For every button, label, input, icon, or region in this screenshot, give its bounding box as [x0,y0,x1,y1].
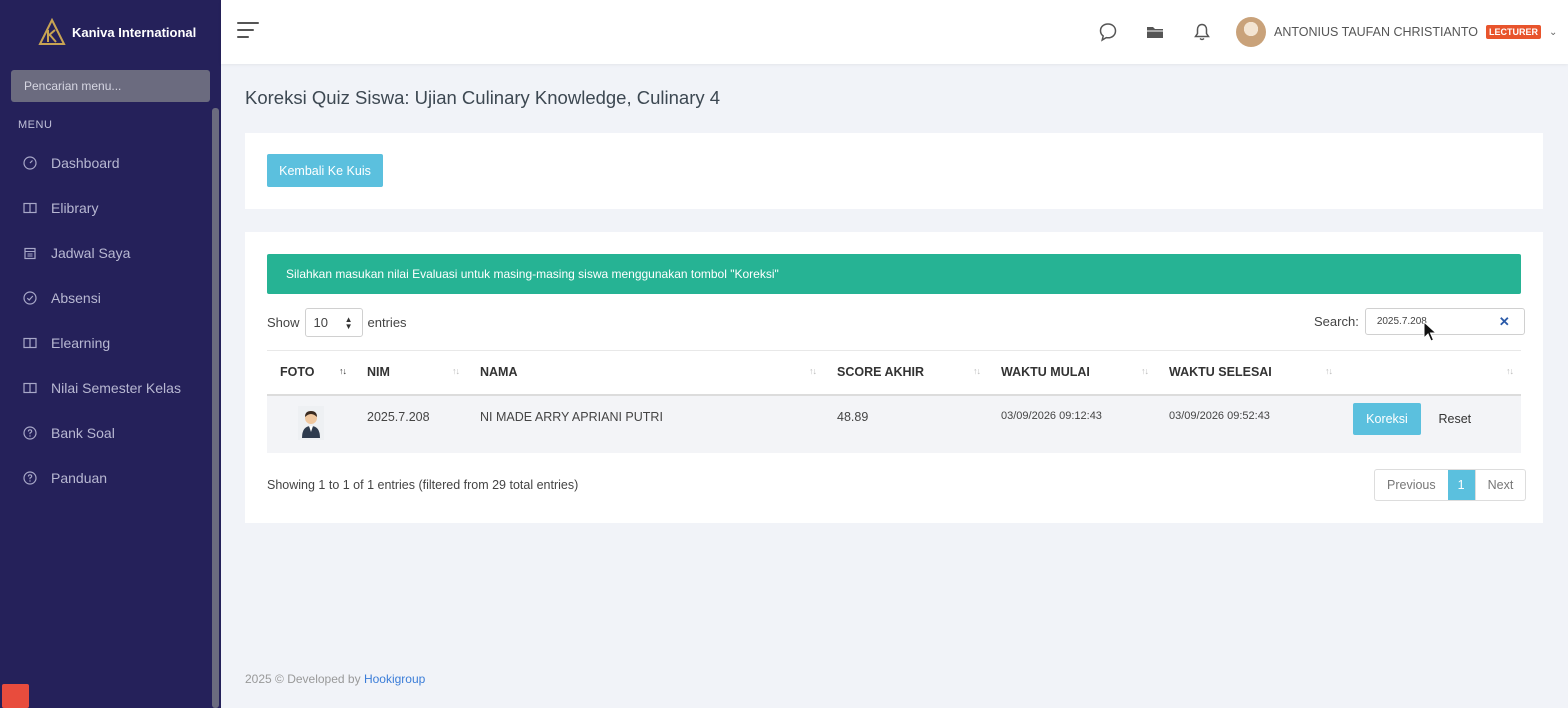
kaniva-logo-icon [38,18,66,45]
sort-icon: ↑↓ [1506,366,1514,376]
calendar-icon [24,247,36,259]
sidebar-item-label: Elibrary [51,199,99,216]
sidebar-item-label: Jadwal Saya [51,244,131,261]
question-circle-icon [23,425,37,440]
mouse-cursor-icon [1423,321,1437,342]
sidebar-item-label: Dashboard [51,154,120,171]
search-label: Search: [1314,314,1359,329]
folder-icon[interactable] [1144,21,1166,43]
sidebar-item-bank-soal[interactable]: Bank Soal [0,410,212,455]
app-corner-icon[interactable] [2,684,29,708]
sort-icon: ↑↓ [1325,366,1333,376]
table-info: Showing 1 to 1 of 1 entries (filtered fr… [267,478,579,492]
book-icon [23,202,37,213]
user-name: ANTONIUS TAUFAN CHRISTIANTO [1274,25,1478,39]
sidebar-item-panduan[interactable]: Panduan [0,455,212,500]
back-to-quiz-button[interactable]: Kembali Ke Kuis [267,154,383,187]
show-entries: Show 10 ▲ ▼ entries [267,308,407,337]
user-menu[interactable]: ANTONIUS TAUFAN CHRISTIANTO LECTURER ⌄ [1236,16,1557,48]
sidebar-item-label: Bank Soal [51,424,115,441]
col-waktu-selesai[interactable]: WAKTU SELESAI ↑↓ [1156,351,1340,395]
cell-score: 48.89 [837,409,869,424]
reset-button[interactable]: Reset [1438,412,1471,426]
cell-actions: Koreksi Reset [1340,395,1521,453]
sidebar-item-nilai-semester-kelas[interactable]: Nilai Semester Kelas [0,365,212,410]
menu-search-input[interactable]: Pencarian menu... [11,70,210,102]
search-value: 2025.7.208 [1376,316,1427,327]
quiz-table: FOTO ↑↓ NIM ↑↓ NAMA ↑↓ SCORE AKHIR ↑↓ WAKTU … [267,350,1521,453]
chat-icon[interactable] [1097,21,1119,43]
question-circle-icon [23,470,37,485]
sidebar-item-label: Panduan [51,469,108,486]
sort-asc-icon: ↑↓ [339,366,347,376]
info-alert: Silahkan masukan nilai Evaluasi untuk ma… [267,254,1521,294]
sidebar-item-jadwal-saya[interactable]: Jadwal Saya [0,230,212,275]
previous-button[interactable]: Previous [1375,470,1448,500]
cell-nama: NI MADE ARRY APRIANI PUTRI [480,409,663,424]
col-nama[interactable]: NAMA ↑↓ [467,351,824,395]
check-circle-icon [23,290,37,305]
sidebar-item-label: Absensi [51,289,101,306]
sort-icon: ↑↓ [452,366,460,376]
sidebar-item-dashboard[interactable]: Dashboard [0,140,212,185]
brand-name: Kaniva International [72,24,197,40]
entries-value: 10 [313,315,328,330]
pagination: Previous 1 Next [1374,469,1527,501]
page-title: Koreksi Quiz Siswa: Ujian Culinary Knowl… [245,87,721,108]
table-card: Silahkan masukan nilai Evaluasi untuk ma… [245,232,1543,523]
book-icon [23,337,37,348]
topbar: ANTONIUS TAUFAN CHRISTIANTO LECTURER ⌄ [221,0,1568,64]
sidebar: Kaniva International Pencarian menu... M… [0,0,221,708]
search-input[interactable]: 2025.7.208 ✕ [1364,308,1525,335]
actions-card: Kembali Ke Kuis [245,133,1543,209]
chevron-down-icon: ⌄ [1548,26,1558,38]
sort-icon: ↑↓ [809,366,817,376]
col-score-akhir[interactable]: SCORE AKHIR ↑↓ [824,351,988,395]
sort-icon: ↑↓ [973,366,981,376]
col-actions[interactable]: ↑↓ [1340,351,1521,395]
menu-title: MENU [18,119,53,131]
table-row: 2025.7.208 NI MADE ARRY APRIANI PUTRI 48… [267,394,1521,453]
koreksi-button[interactable]: Koreksi [1353,402,1421,435]
clear-search-icon[interactable]: ✕ [1499,314,1510,330]
cell-foto [267,395,354,453]
page-1-button[interactable]: 1 [1447,470,1475,500]
sidebar-item-elibrary[interactable]: Elibrary [0,185,212,230]
footer: 2025 © Developed by Hookigroup [245,672,425,686]
select-arrows-icon: ▲ ▼ [344,315,353,331]
sidebar-item-label: Nilai Semester Kelas [51,379,181,396]
role-badge: LECTURER [1485,25,1541,39]
sidebar-item-absensi[interactable]: Absensi [0,275,212,320]
book-icon [23,382,37,393]
cell-nim: 2025.7.208 [367,409,430,424]
avatar [1236,17,1266,47]
student-photo [298,405,324,440]
col-nim[interactable]: NIM ↑↓ [354,351,467,395]
dashboard-icon [23,155,37,170]
show-label: Show [267,315,300,330]
sidebar-menu: Dashboard Elibrary Jadwal Saya Absensi E… [0,140,212,500]
cell-waktu-selesai: 03/09/2026 09:52:43 [1169,409,1270,422]
footer-text: 2025 © Developed by [245,672,361,686]
hamburger-menu-icon[interactable] [237,22,259,40]
next-button[interactable]: Next [1474,470,1526,500]
sort-icon: ↑↓ [1141,366,1149,376]
entries-label: entries [367,315,407,330]
bell-icon[interactable] [1191,21,1213,43]
col-waktu-mulai[interactable]: WAKTU MULAI ↑↓ [988,351,1156,395]
col-foto[interactable]: FOTO ↑↓ [267,351,354,395]
footer-link[interactable]: Hookigroup [364,672,425,686]
entries-select[interactable]: 10 ▲ ▼ [304,308,363,337]
sidebar-scrollbar[interactable] [212,108,219,708]
sidebar-item-label: Elearning [51,334,111,351]
table-search: Search: 2025.7.208 ✕ [1314,308,1525,335]
cell-waktu-mulai: 03/09/2026 09:12:43 [1001,409,1102,422]
table-header-row: FOTO ↑↓ NIM ↑↓ NAMA ↑↓ SCORE AKHIR ↑↓ WAKTU … [267,350,1521,395]
sidebar-item-elearning[interactable]: Elearning [0,320,212,365]
brand[interactable]: Kaniva International [0,0,221,64]
